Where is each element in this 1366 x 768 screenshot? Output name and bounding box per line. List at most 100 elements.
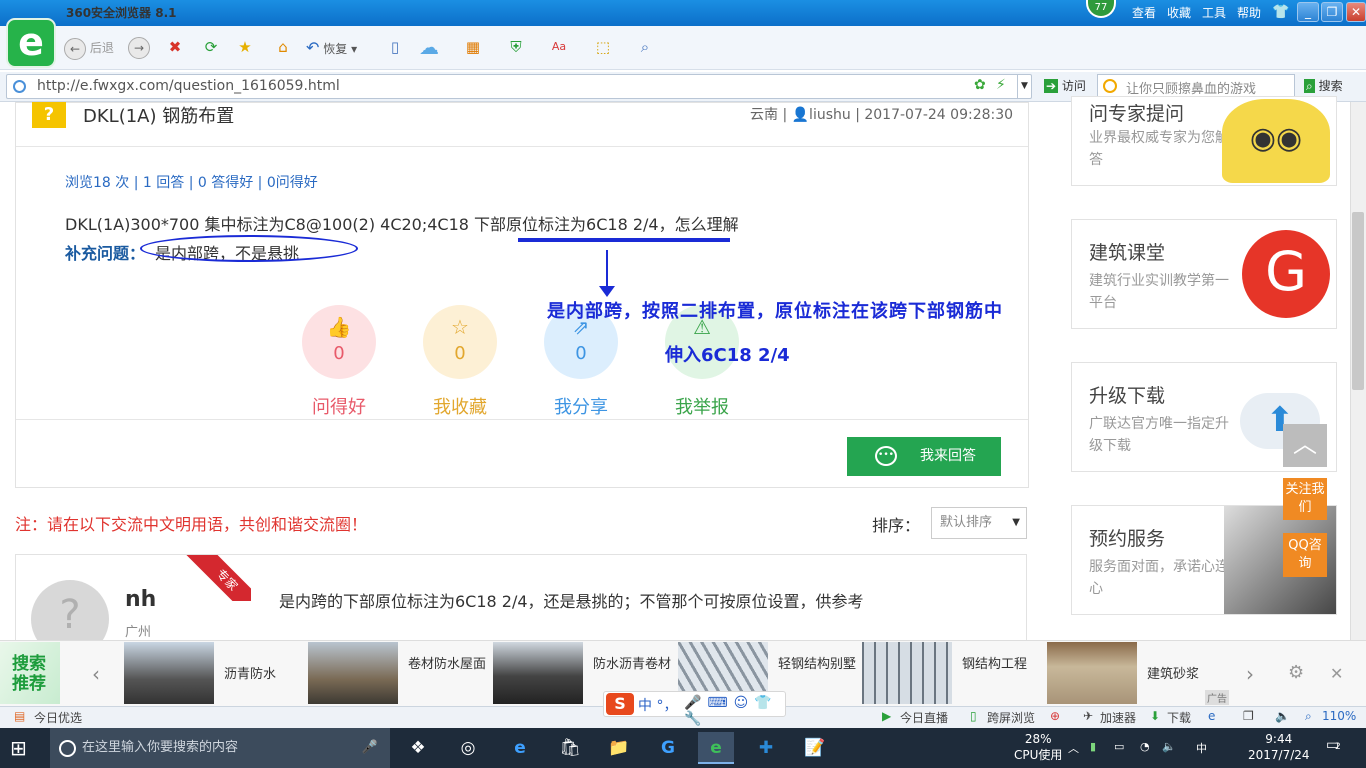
favorite-button[interactable]: ☆ 0 xyxy=(423,305,497,379)
accelerator-link[interactable]: 加速器 xyxy=(1100,709,1136,726)
browser-logo-icon[interactable]: e xyxy=(6,18,56,68)
menu-favorites[interactable]: 收藏 xyxy=(1167,4,1191,21)
rec-image-3[interactable] xyxy=(493,642,583,704)
menu-view[interactable]: 查看 xyxy=(1132,4,1156,21)
minimize-button[interactable]: _ xyxy=(1297,2,1319,22)
today-pick-link[interactable]: 今日优选 xyxy=(34,709,82,726)
rec-item-4[interactable]: 轻钢结构别墅 xyxy=(778,655,858,675)
zoom-icon[interactable]: ⌕ xyxy=(1305,709,1312,724)
follow-us-button[interactable]: 关注我们 xyxy=(1283,478,1327,520)
stop-icon[interactable]: ✖ xyxy=(164,36,186,58)
store-icon[interactable]: 🛍 xyxy=(552,732,588,764)
screenshot-icon[interactable]: ⬚ xyxy=(592,36,614,58)
restore-button[interactable]: ↶ 恢复 ▾ xyxy=(306,36,357,60)
task-view-icon[interactable]: ❖ xyxy=(400,732,436,764)
rec-item-6[interactable]: 建筑砂浆 xyxy=(1147,665,1227,685)
rec-image-5[interactable] xyxy=(862,642,952,704)
menu-help[interactable]: 帮助 xyxy=(1237,4,1261,21)
settings-gear-icon[interactable]: ⚙ xyxy=(1288,662,1304,683)
edge-icon[interactable]: e xyxy=(502,732,538,764)
visit-button[interactable]: ➔ 访问 xyxy=(1044,77,1086,94)
cpu-usage[interactable]: 28% CPU使用 xyxy=(1014,731,1062,763)
volume-icon[interactable]: 🔈 xyxy=(1275,709,1290,723)
rec-image-2[interactable] xyxy=(308,642,398,704)
tray-chevron-up-icon[interactable]: ︿ xyxy=(1068,740,1079,756)
file-explorer-icon[interactable]: 📁 xyxy=(601,732,637,764)
phone-icon[interactable]: ▯ xyxy=(970,709,977,723)
accelerator-icon[interactable]: ✈ xyxy=(1083,709,1093,723)
window-icon[interactable]: ❐ xyxy=(1243,709,1254,723)
url-text[interactable]: http://e.fwxgx.com/question_1616059.html xyxy=(37,78,340,94)
font-icon[interactable]: Aa xyxy=(548,36,570,58)
home-icon[interactable]: ⌂ xyxy=(272,36,294,58)
tray-app-icon[interactable]: ▮ xyxy=(1090,740,1096,753)
report-label[interactable]: 我举报 xyxy=(652,393,752,419)
qq-consult-button[interactable]: QQ咨询 xyxy=(1283,533,1327,577)
secure-icon[interactable]: ✿ xyxy=(974,77,986,93)
ime-toolbar[interactable]: S 中 °， 🎤⌨☺👕🔧 xyxy=(603,691,786,727)
today-live-link[interactable]: 今日直播 xyxy=(900,709,948,726)
refresh-icon[interactable]: ⟳ xyxy=(200,36,222,58)
windows-start-icon[interactable]: ⊞ xyxy=(10,736,34,760)
ime-tray-icon[interactable]: 中 xyxy=(1196,740,1207,756)
divider xyxy=(16,146,1028,147)
cloud-icon[interactable]: ☁ xyxy=(418,36,440,58)
share-label[interactable]: 我分享 xyxy=(531,393,631,419)
apps-icon[interactable]: ▦ xyxy=(462,36,484,58)
zoom-icon[interactable]: ⌕ xyxy=(634,36,656,58)
mobile-icon[interactable]: ▯ xyxy=(384,36,406,58)
ask-good-button[interactable]: 👍 0 xyxy=(302,305,376,379)
ie-icon[interactable]: e xyxy=(1208,709,1215,723)
app-plus-icon[interactable]: ✚ xyxy=(748,732,784,764)
download-arrow-icon[interactable]: ⬇ xyxy=(1150,709,1160,723)
wifi-icon[interactable]: ◔ xyxy=(1140,740,1150,753)
menu-tools[interactable]: 工具 xyxy=(1202,4,1226,21)
rec-item-2[interactable]: 卷材防水屋面 xyxy=(408,655,488,675)
search-button[interactable]: ⌕ 搜索 xyxy=(1304,77,1343,94)
notes-icon[interactable]: 📝 xyxy=(797,732,833,764)
notification-center-icon[interactable]: ▭ 2 xyxy=(1326,737,1341,753)
rec-item-1[interactable]: 沥青防水 xyxy=(224,665,304,685)
sidebar-card-ask-expert[interactable]: 问专家提问 业界最权威专家为您解答 ◉◉ xyxy=(1071,96,1337,186)
chevron-right-icon[interactable]: › xyxy=(1246,662,1254,686)
cross-screen-link[interactable]: 跨屏浏览 xyxy=(987,709,1035,726)
forward-button[interactable]: → xyxy=(128,37,150,59)
clock[interactable]: 9:44 2017/7/24 xyxy=(1248,731,1310,763)
search-engine-icon[interactable] xyxy=(1103,79,1117,93)
rec-item-3[interactable]: 防水沥青卷材 xyxy=(593,655,673,675)
sort-label: 排序： xyxy=(872,516,921,535)
live-icon[interactable]: ▶ xyxy=(882,709,891,723)
shield-icon[interactable]: ⛨ xyxy=(505,36,527,58)
url-dropdown-chevron-icon[interactable]: ▼ xyxy=(1017,75,1031,98)
favorite-star-icon[interactable]: ★ xyxy=(234,36,256,58)
taskbar-search-input[interactable]: 在这里输入你要搜索的内容 🎤 xyxy=(50,728,390,768)
sort-select[interactable]: 默认排序 ▼ xyxy=(931,507,1027,539)
360-browser-task-icon[interactable]: e xyxy=(698,732,734,764)
scrollbar-thumb[interactable] xyxy=(1352,212,1364,390)
rec-image-6[interactable] xyxy=(1047,642,1137,704)
chevron-left-icon[interactable]: ‹ xyxy=(92,662,100,686)
tray-battery-icon[interactable]: ▭ xyxy=(1114,740,1124,753)
rec-item-5[interactable]: 钢结构工程 xyxy=(962,655,1042,675)
browser-app-icon[interactable]: ◎ xyxy=(450,732,486,764)
today-pick-icon[interactable]: ▤ xyxy=(14,709,25,723)
back-button[interactable]: ← 后退 xyxy=(64,36,114,60)
skin-icon[interactable]: 👕 xyxy=(1272,4,1289,20)
back-arrow-icon: ← xyxy=(64,37,86,60)
speaker-icon[interactable]: 🔈 xyxy=(1162,740,1176,753)
close-button[interactable]: ✕ xyxy=(1346,2,1366,22)
ask-good-label[interactable]: 问得好 xyxy=(289,393,389,419)
sidebar-card-classroom[interactable]: 建筑课堂 建筑行业实训教学第一平台 G xyxy=(1071,219,1337,329)
plus-icon[interactable]: ⊕ xyxy=(1050,709,1060,723)
app-g-icon[interactable]: G xyxy=(650,732,686,764)
speed-icon[interactable]: ⚡ xyxy=(996,77,1006,93)
rec-image-1[interactable] xyxy=(124,642,214,704)
answerer-name[interactable]: nh xyxy=(125,587,156,612)
download-link[interactable]: 下载 xyxy=(1167,709,1191,726)
back-to-top-button[interactable]: ︿ xyxy=(1283,424,1327,467)
favorite-label[interactable]: 我收藏 xyxy=(410,393,510,419)
maximize-button[interactable]: ❐ xyxy=(1321,2,1343,22)
zoom-level[interactable]: 110% xyxy=(1322,709,1356,723)
answer-button[interactable]: ••• 我来回答 xyxy=(847,437,1001,476)
close-icon[interactable]: ✕ xyxy=(1330,664,1343,683)
